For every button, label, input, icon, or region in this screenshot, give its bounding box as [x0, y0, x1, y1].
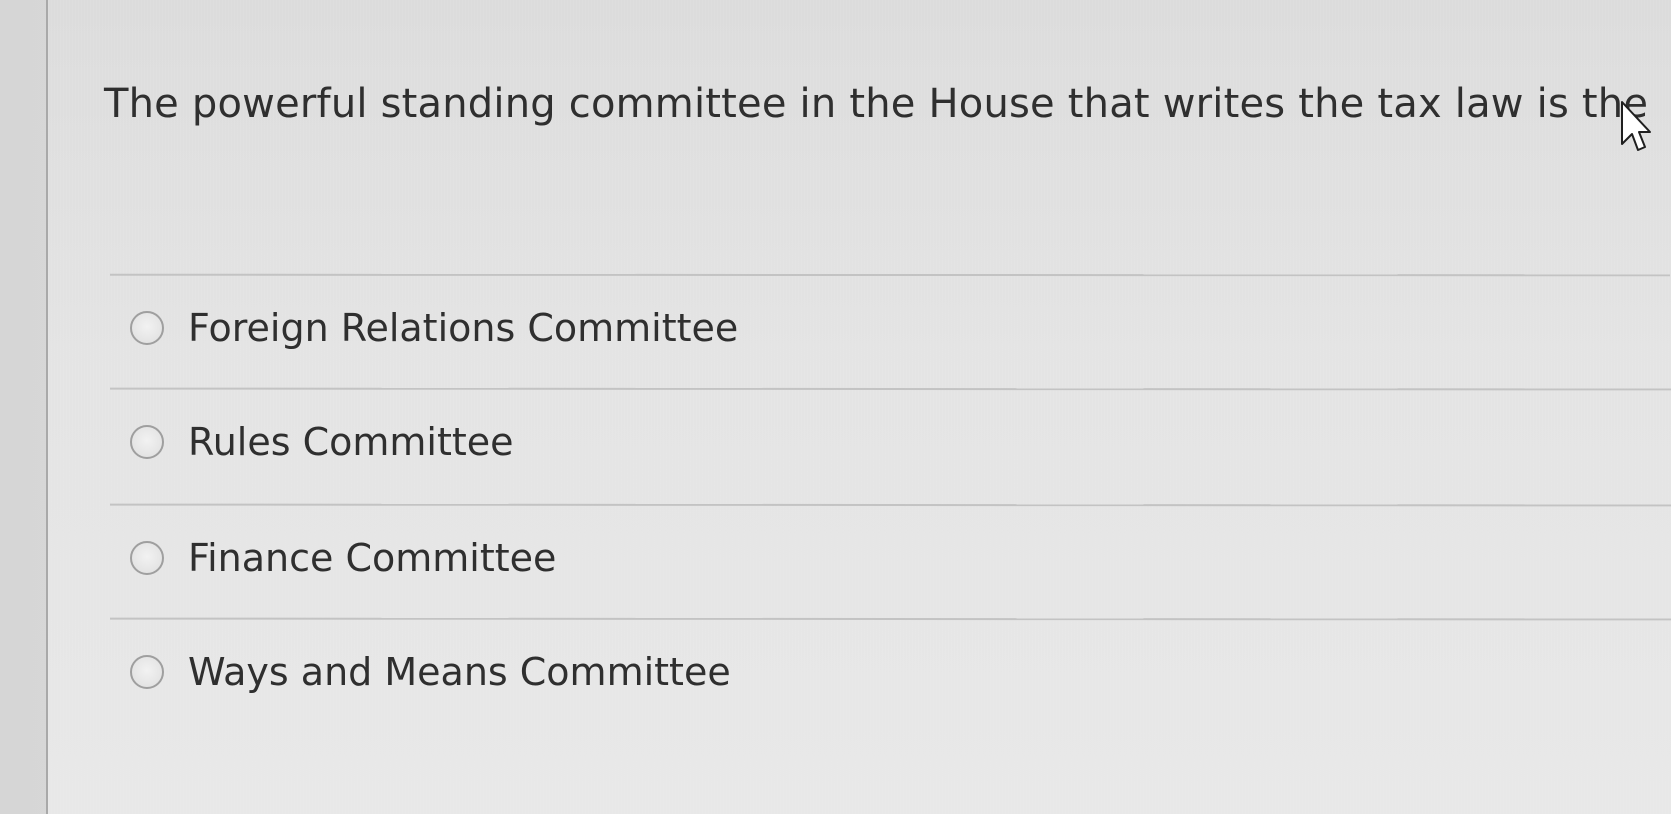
question-card: The powerful standing committee in the H… [48, 0, 1671, 814]
answer-label: Rules Committee [188, 420, 514, 464]
divider [109, 617, 1671, 621]
radio-button-icon[interactable] [130, 655, 164, 689]
answer-label: Ways and Means Committee [188, 650, 731, 694]
answer-option-finance[interactable]: Finance Committee [130, 526, 556, 590]
quiz-page: The powerful standing committee in the H… [0, 0, 1671, 814]
answer-label: Finance Committee [188, 536, 557, 580]
answer-option-foreign-relations[interactable]: Foreign Relations Committee [130, 296, 738, 360]
radio-button-icon[interactable] [130, 425, 164, 459]
divider [109, 387, 1671, 391]
radio-button-icon[interactable] [130, 541, 164, 575]
answer-label: Foreign Relations Committee [188, 306, 739, 350]
answer-option-rules[interactable]: Rules Committee [130, 410, 514, 474]
divider-top [109, 273, 1671, 277]
answer-option-ways-and-means[interactable]: Ways and Means Committee [130, 640, 731, 704]
question-text: The powerful standing committee in the H… [104, 81, 1649, 127]
radio-button-icon[interactable] [130, 311, 164, 345]
divider [109, 503, 1671, 507]
